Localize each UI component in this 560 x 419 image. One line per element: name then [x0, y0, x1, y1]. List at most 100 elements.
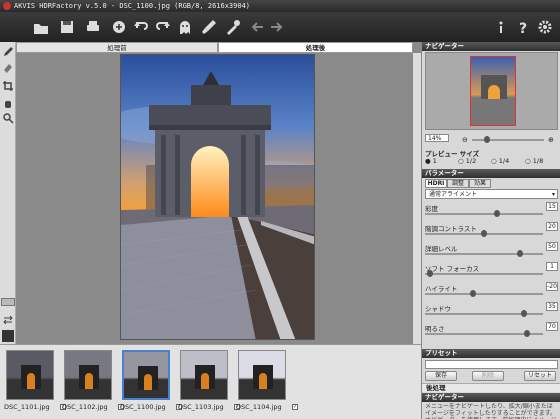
- svg-text:?: ?: [519, 21, 527, 36]
- background-color-icon[interactable]: [2, 330, 14, 342]
- params-tab[interactable]: 調整: [447, 179, 469, 188]
- zoom-slider-knob[interactable]: [484, 136, 490, 143]
- param-value-field[interactable]: 1: [546, 262, 558, 271]
- zoom-select[interactable]: 14%: [425, 134, 449, 142]
- param-slider-knob[interactable]: [427, 270, 433, 277]
- zoom-out-icon[interactable]: ⊖: [462, 136, 468, 144]
- param-value-field[interactable]: 50: [546, 242, 558, 251]
- preview-size-option[interactable]: ○ 1/4: [491, 157, 509, 165]
- preview-size-option[interactable]: ● 1: [425, 157, 437, 165]
- thumbnail-image: [122, 350, 170, 400]
- preview-size-option[interactable]: ○ 1/2: [458, 157, 476, 165]
- param-slider-knob[interactable]: [517, 250, 523, 257]
- param-slider-row: 彩度 15: [425, 202, 558, 217]
- preset-reset-button[interactable]: リセット: [524, 371, 556, 381]
- preset-select[interactable]: [425, 360, 558, 369]
- back-arrow-icon[interactable]: [246, 16, 268, 38]
- tab-before[interactable]: 処理前: [16, 42, 218, 53]
- zoom-in-icon[interactable]: ⊕: [548, 136, 554, 144]
- zoom-icon[interactable]: [2, 112, 14, 124]
- params-tab[interactable]: 効果: [469, 179, 491, 188]
- params-tab[interactable]: HDRI: [425, 179, 447, 188]
- param-value-field[interactable]: 35: [546, 302, 558, 311]
- thumbnail-filename: DSC_1101.jpg: [4, 403, 50, 411]
- right-panel: ナビゲーター 14% ⊖ ⊕ プレビュー サイズ ● 1 ○ 1/2 ○ 1/4 ○ …: [421, 42, 560, 419]
- title-bar: AKVIS HDRFactory v.5.0 - DSC_1100.jpg (R…: [0, 0, 560, 12]
- param-value-field[interactable]: 70: [546, 322, 558, 331]
- preview-size-options: ● 1 ○ 1/2 ○ 1/4 ○ 1/8: [425, 157, 558, 166]
- param-slider-track[interactable]: [425, 253, 543, 255]
- filmstrip-item[interactable]: DSC_1103.jpg ✓: [176, 348, 240, 411]
- post-processing-header[interactable]: 後処理: [422, 383, 560, 392]
- undo-icon[interactable]: [130, 16, 152, 38]
- param-slider-knob[interactable]: [521, 310, 527, 317]
- save-icon[interactable]: [56, 16, 78, 38]
- hint-text: メニューをナビゲートしたり、拡大/縮小またはイメージをフィットしたりすることがで…: [425, 403, 557, 419]
- left-tool-panel: [0, 42, 16, 344]
- pencil-icon[interactable]: [2, 46, 14, 58]
- param-value-field[interactable]: 15: [546, 202, 558, 211]
- main-toolbar: ?: [0, 12, 560, 42]
- app-logo-icon: [3, 2, 11, 10]
- eraser-icon[interactable]: [2, 62, 14, 74]
- param-slider-track[interactable]: [425, 213, 543, 215]
- navigator-view-box[interactable]: [470, 56, 516, 126]
- open-icon[interactable]: [30, 16, 52, 38]
- param-slider-knob[interactable]: [481, 230, 487, 237]
- crop-icon[interactable]: [2, 80, 14, 92]
- thumbnail-image: [64, 350, 112, 400]
- view-mode-icon[interactable]: [1, 298, 15, 306]
- radio-icon[interactable]: ○: [525, 157, 533, 165]
- brush-icon[interactable]: [198, 16, 220, 38]
- redo-icon[interactable]: [152, 16, 174, 38]
- canvas-scrollbar[interactable]: [413, 53, 421, 344]
- zoom-slider[interactable]: [472, 139, 544, 141]
- presets-header: プリセット: [422, 349, 560, 358]
- hand-icon[interactable]: [2, 98, 14, 110]
- param-label: 明るさ: [425, 325, 445, 333]
- thumbnail-image: [180, 350, 228, 400]
- forward-arrow-icon[interactable]: [266, 16, 288, 38]
- tab-after[interactable]: 処理後: [218, 42, 413, 53]
- hint-header: ナビゲーター: [422, 393, 560, 402]
- thumbnail-filename: DSC_1102.jpg: [62, 403, 108, 411]
- param-slider-track[interactable]: [425, 293, 543, 295]
- swap-icon[interactable]: [2, 314, 14, 326]
- print-icon[interactable]: [82, 16, 104, 38]
- preset-delete-button[interactable]: 削除: [472, 371, 504, 381]
- radio-icon[interactable]: ●: [425, 157, 433, 165]
- param-slider-row: ハイライト -20: [425, 282, 558, 297]
- ghost-icon[interactable]: [174, 16, 196, 38]
- settings-icon[interactable]: [534, 16, 556, 38]
- info-icon[interactable]: [490, 16, 512, 38]
- mode-select[interactable]: 通常アライメント ▾: [425, 189, 558, 199]
- eye-dropper-icon[interactable]: [222, 16, 244, 38]
- param-slider-track[interactable]: [425, 273, 543, 275]
- param-value-field[interactable]: 20: [546, 222, 558, 231]
- filmstrip-item[interactable]: DSC_1104.jpg ✓: [234, 348, 298, 411]
- image-canvas[interactable]: 処理前 処理後: [16, 42, 421, 344]
- param-slider-knob[interactable]: [524, 330, 530, 337]
- radio-icon[interactable]: ○: [491, 157, 499, 165]
- preview-size-option[interactable]: ○ 1/8: [525, 157, 543, 165]
- param-slider-knob[interactable]: [494, 210, 500, 217]
- filmstrip-item[interactable]: DSC_1101.jpg ✓: [2, 348, 66, 411]
- preset-save-button[interactable]: 保存: [425, 371, 457, 381]
- param-slider-knob[interactable]: [470, 290, 476, 297]
- share-icon[interactable]: [108, 16, 130, 38]
- param-value-field[interactable]: -20: [546, 282, 558, 291]
- navigator-header: ナビゲーター: [422, 42, 560, 51]
- radio-icon[interactable]: ○: [458, 157, 466, 165]
- navigator-preview[interactable]: [425, 52, 558, 130]
- param-slider-row: 明るさ 70: [425, 322, 558, 337]
- param-slider-row: ソフト フォーカス 1: [425, 262, 558, 277]
- param-label: ソフト フォーカス: [425, 265, 480, 273]
- filmstrip-item[interactable]: DSC_1102.jpg ✓: [60, 348, 124, 411]
- mode-select-value: 通常アライメント: [429, 191, 478, 198]
- param-label: ハイライト: [425, 285, 458, 293]
- help-icon[interactable]: ?: [512, 16, 534, 38]
- filmstrip-item[interactable]: DSC_1100.jpg ✓: [118, 348, 182, 411]
- thumbnail-checkbox[interactable]: ✓: [292, 404, 298, 410]
- param-slider-row: 詳細レベル 50: [425, 242, 558, 257]
- filmstrip: DSC_1101.jpg ✓ DSC_1102.jpg ✓ DSC_1100.jpg ✓ D…: [0, 344, 421, 419]
